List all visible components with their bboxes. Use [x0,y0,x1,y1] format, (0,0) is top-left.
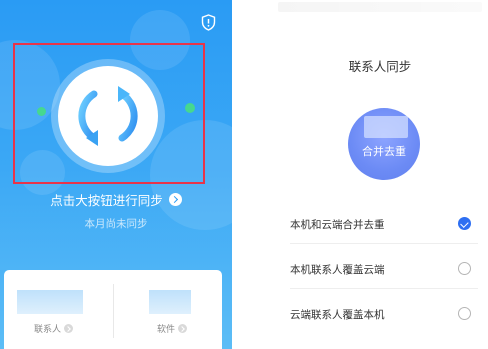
card-image-placeholder [149,290,191,314]
merge-icon-placeholder [364,116,408,138]
shield-alert-icon[interactable] [201,14,216,31]
option-merge-dedupe[interactable]: 本机和云端合并去重 [272,207,478,241]
radio-checked-icon[interactable] [458,217,471,230]
feature-cards: 联系人 软件 [4,270,222,349]
sync-arrows-icon [78,86,138,146]
sync-action-text: 点击大按钮进行同步 [50,193,163,208]
page-title: 联系人同步 [348,59,412,74]
divider [290,288,478,289]
radio-unchecked-icon[interactable] [458,307,471,320]
accent-dot [185,103,195,113]
chevron-right-icon [168,193,182,206]
option-label: 本机联系人覆盖云端 [290,264,385,276]
sync-action-link[interactable]: 点击大按钮进行同步 [0,190,232,209]
option-label: 本机和云端合并去重 [290,219,385,231]
accent-dot [37,107,46,116]
big-sync-button[interactable] [58,66,158,166]
card-label: 软件 [157,325,176,335]
chevron-right-icon [178,324,188,333]
divider [290,243,478,244]
card-image-placeholder [17,290,83,314]
status-bar [278,2,482,12]
contact-sync-panel: 联系人同步 合并去重 本机和云端合并去重 本机联系人覆盖云端 云端联系人覆盖本机 [272,0,488,349]
card-software[interactable]: 软件 [113,270,222,349]
chevron-right-icon [64,324,74,333]
option-label: 云端联系人覆盖本机 [290,309,385,321]
option-local-overwrite-cloud[interactable]: 本机联系人覆盖云端 [272,252,478,286]
merge-dedupe-button[interactable]: 合并去重 [348,108,420,180]
card-contacts[interactable]: 联系人 [4,270,113,349]
sync-status-text: 本月尚未同步 [84,218,148,230]
merge-button-label: 合并去重 [362,145,406,158]
radio-unchecked-icon[interactable] [458,262,471,275]
card-label: 联系人 [34,325,62,335]
sync-home-panel: 点击大按钮进行同步 本月尚未同步 联系人 软件 [0,0,232,349]
option-cloud-overwrite-local[interactable]: 云端联系人覆盖本机 [272,297,478,331]
